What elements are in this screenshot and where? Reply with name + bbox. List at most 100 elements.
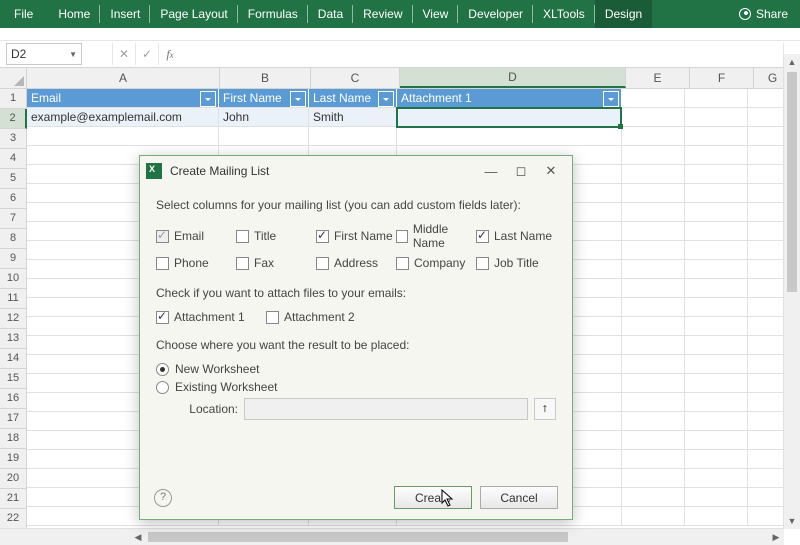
fx-icon[interactable]: fx [158,43,181,65]
cell-G15[interactable] [748,355,785,374]
cell-E7[interactable] [622,203,685,222]
cell-G18[interactable] [748,412,785,431]
cell-C1[interactable]: Last Name [309,89,397,108]
cell-F12[interactable] [685,298,748,317]
cell-G9[interactable] [748,241,785,260]
cell-G2[interactable] [748,108,785,127]
cell-G20[interactable] [748,450,785,469]
field-email[interactable]: Email [156,222,236,250]
formula-input[interactable] [181,43,783,65]
cell-E16[interactable] [622,374,685,393]
share-button[interactable]: Share [727,0,800,28]
cell-E20[interactable] [622,450,685,469]
row-header-12[interactable]: 12 [0,309,27,329]
row-header-9[interactable]: 9 [0,249,27,269]
cell-E21[interactable] [622,469,685,488]
cell-G22[interactable] [748,488,785,507]
scroll-down-icon[interactable]: ▼ [784,513,800,529]
attach-attachment-1[interactable]: Attachment 1 [156,310,266,324]
row-header-10[interactable]: 10 [0,269,27,289]
filter-icon[interactable] [200,91,216,107]
maximize-icon[interactable]: ◻ [506,158,536,184]
cell-G6[interactable] [748,184,785,203]
cell-E22[interactable] [622,488,685,507]
cell-E23[interactable] [622,507,685,526]
field-title[interactable]: Title [236,222,316,250]
ribbon-tab-formulas[interactable]: Formulas [238,0,308,28]
cell-E15[interactable] [622,355,685,374]
horizontal-scrollbar[interactable]: ◀ ▶ [0,528,784,545]
cell-F18[interactable] [685,412,748,431]
checkbox-attachment-1[interactable] [156,311,169,324]
cell-E1[interactable] [622,89,685,108]
cell-B1[interactable]: First Name [219,89,309,108]
row-header-8[interactable]: 8 [0,229,27,249]
scroll-left-icon[interactable]: ◀ [130,529,146,545]
row-header-15[interactable]: 15 [0,369,27,389]
help-icon[interactable]: ? [154,489,172,507]
checkbox-phone[interactable] [156,257,169,270]
row-header-5[interactable]: 5 [0,169,27,189]
checkbox-last-name[interactable] [476,230,489,243]
row-header-18[interactable]: 18 [0,429,27,449]
horizontal-scroll-thumb[interactable] [148,532,568,542]
cell-E14[interactable] [622,336,685,355]
cell-F14[interactable] [685,336,748,355]
row-header-1[interactable]: 1 [0,89,27,109]
cell-F23[interactable] [685,507,748,526]
file-tab[interactable]: File [0,0,48,28]
cell-G17[interactable] [748,393,785,412]
ribbon-tab-home[interactable]: Home [48,0,100,28]
filter-icon[interactable] [603,91,619,107]
cell-E19[interactable] [622,431,685,450]
cell-E17[interactable] [622,393,685,412]
field-job-title[interactable]: Job Title [476,256,556,270]
vertical-scroll-thumb[interactable] [787,72,797,292]
attach-attachment-2[interactable]: Attachment 2 [266,310,376,324]
select-all-corner[interactable] [0,68,27,88]
cell-G4[interactable] [748,146,785,165]
cell-G12[interactable] [748,298,785,317]
cell-F1[interactable] [685,89,748,108]
cell-G8[interactable] [748,222,785,241]
cell-A3[interactable] [27,127,219,146]
cell-F13[interactable] [685,317,748,336]
range-picker-icon[interactable]: ⭡ [534,398,556,420]
checkbox-company[interactable] [396,257,409,270]
ribbon-tab-view[interactable]: View [413,0,459,28]
cell-G3[interactable] [748,127,785,146]
cell-G16[interactable] [748,374,785,393]
radio-existing-worksheet[interactable]: Existing Worksheet [156,380,556,394]
vertical-scrollbar[interactable]: ▲ ▼ [783,54,800,529]
ribbon-tab-insert[interactable]: Insert [100,0,150,28]
cell-E6[interactable] [622,184,685,203]
cancel-button[interactable]: Cancel [480,486,558,509]
cell-A1[interactable]: Email [27,89,219,108]
field-middle-name[interactable]: Middle Name [396,222,476,250]
checkbox-title[interactable] [236,230,249,243]
cell-F9[interactable] [685,241,748,260]
checkbox-middle-name[interactable] [396,230,408,243]
filter-icon[interactable] [378,91,394,107]
row-header-21[interactable]: 21 [0,489,27,509]
cell-F5[interactable] [685,165,748,184]
cell-E10[interactable] [622,260,685,279]
column-header-E[interactable]: E [626,68,690,88]
cell-G1[interactable] [748,89,785,108]
field-fax[interactable]: Fax [236,256,316,270]
cell-B2[interactable]: John [219,108,309,127]
row-header-17[interactable]: 17 [0,409,27,429]
cell-E13[interactable] [622,317,685,336]
cell-D2[interactable] [397,108,622,127]
radio-existing-worksheet-input[interactable] [156,381,169,394]
radio-new-worksheet[interactable]: New Worksheet [156,362,556,376]
cell-F21[interactable] [685,469,748,488]
radio-new-worksheet-input[interactable] [156,363,169,376]
cell-E2[interactable] [622,108,685,127]
cell-E4[interactable] [622,146,685,165]
cell-F17[interactable] [685,393,748,412]
cell-D3[interactable] [397,127,622,146]
dialog-titlebar[interactable]: Create Mailing List — ◻ ✕ [140,156,572,186]
ribbon-tab-developer[interactable]: Developer [458,0,533,28]
cell-F11[interactable] [685,279,748,298]
